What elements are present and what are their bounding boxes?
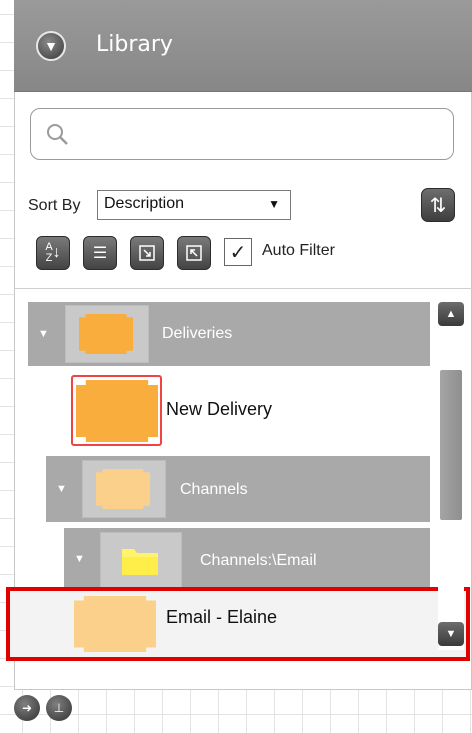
delivery-shape-icon <box>76 380 158 442</box>
list-bracket-icon: ☰ <box>92 245 108 262</box>
expand-icon <box>139 245 155 261</box>
deliveries-label: Deliveries <box>162 325 233 342</box>
expand-all-button[interactable] <box>130 236 164 270</box>
arrow-right-icon: ➜ <box>21 701 33 715</box>
search-input[interactable] <box>83 121 433 147</box>
collapse-arrow-icon: ▼ <box>38 328 49 340</box>
channels-email-label: Channels:\Email <box>200 552 317 569</box>
pin-button[interactable]: ⊥ <box>46 695 72 721</box>
arrow-down-icon: ▼ <box>445 628 457 640</box>
divider <box>14 288 472 289</box>
scrollbar-thumb[interactable] <box>440 370 462 520</box>
dropdown-arrow-icon: ▼ <box>268 197 280 211</box>
search-icon <box>47 124 68 145</box>
library-header[interactable]: ▼ Library <box>14 0 472 92</box>
channels-label: Channels <box>180 481 248 498</box>
refresh-icon: ⇅ <box>429 194 447 217</box>
refresh-button[interactable]: ⇅ <box>421 188 455 222</box>
delivery-shape-icon <box>79 314 133 354</box>
auto-filter-checkbox[interactable]: ✓ <box>224 238 252 266</box>
checkmark-icon: ✓ <box>229 241 247 264</box>
selection-highlight <box>6 587 470 661</box>
new-delivery-label[interactable]: New Delivery <box>166 399 272 420</box>
collapse-arrow-icon: ▼ <box>56 483 67 495</box>
arrow-right-button[interactable]: ➜ <box>14 695 40 721</box>
library-title: Library <box>96 32 173 57</box>
sort-az-button[interactable]: A Z ↓ <box>36 236 70 270</box>
folder-icon <box>122 549 158 575</box>
channel-shape-icon <box>96 469 150 509</box>
collapse-icon <box>186 245 202 261</box>
scroll-down-button[interactable]: ▼ <box>438 622 464 646</box>
arrow-up-icon: ▲ <box>445 308 457 320</box>
pin-icon: ⊥ <box>53 701 65 715</box>
collapse-all-button[interactable] <box>177 236 211 270</box>
sort-by-value: Description <box>104 195 185 212</box>
group-button[interactable]: ☰ <box>83 236 117 270</box>
collapse-arrow-icon: ▼ <box>74 553 85 565</box>
auto-filter-label: Auto Filter <box>262 242 335 259</box>
sort-by-select[interactable]: Description ▼ <box>97 190 291 220</box>
scroll-up-button[interactable]: ▲ <box>438 302 464 326</box>
search-box[interactable] <box>30 108 454 160</box>
sort-by-label: Sort By <box>28 197 81 214</box>
sort-az-icon: AZ <box>45 241 53 264</box>
chevron-down-icon[interactable]: ▼ <box>36 31 66 61</box>
